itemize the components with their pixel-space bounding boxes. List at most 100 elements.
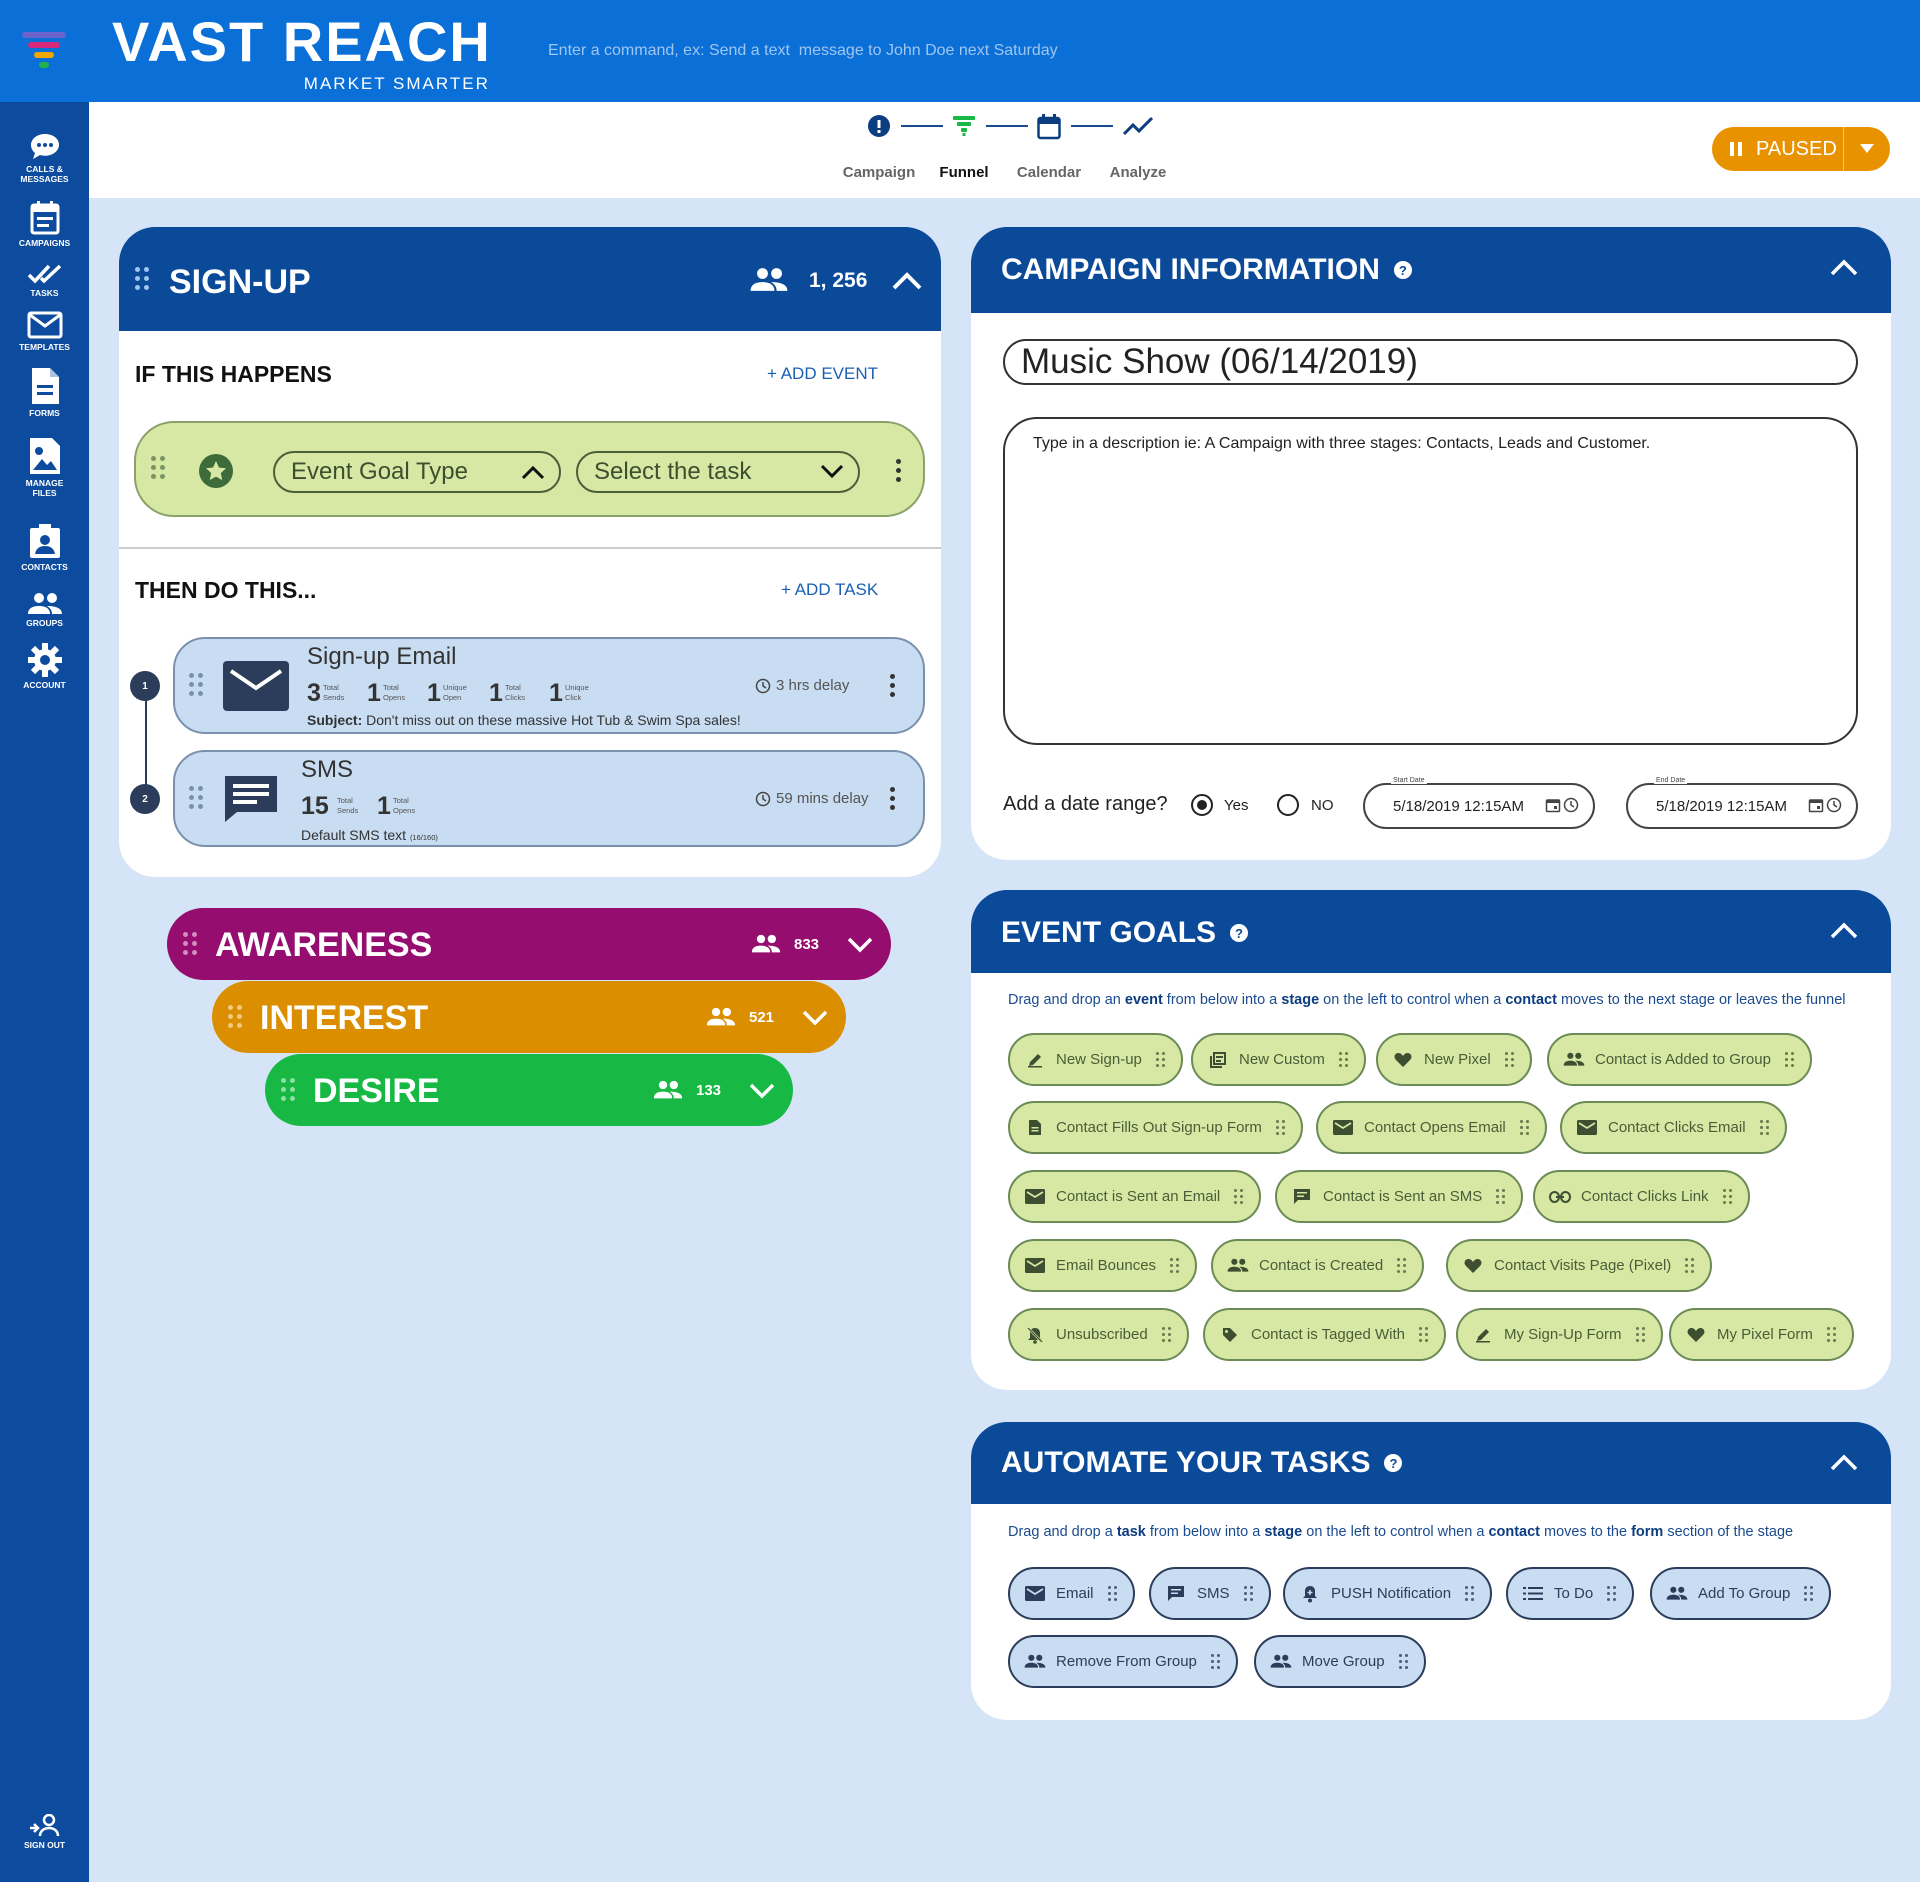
more-options-icon[interactable]: [890, 787, 896, 814]
select-task-select[interactable]: Select the task: [576, 451, 860, 493]
task-sms-text: Default SMS text (16/160): [301, 827, 438, 843]
sidebar-label: CAMPAIGNS: [18, 238, 71, 248]
drag-handle-icon: [1804, 1586, 1814, 1601]
stage-bar-desire[interactable]: DESIRE 133: [265, 1054, 793, 1126]
start-date-value: 5/18/2019 12:15AM: [1393, 798, 1524, 815]
event-chip-new-custom[interactable]: New Custom: [1191, 1033, 1366, 1086]
task-chip-remove-from-group[interactable]: Remove From Group: [1008, 1635, 1238, 1688]
brand[interactable]: VAST REACH MARKET SMARTER: [112, 12, 492, 94]
task-chip-push-notification[interactable]: PUSH Notification: [1283, 1567, 1493, 1620]
campaign-description-input[interactable]: [1003, 417, 1858, 745]
funnel-logo-icon[interactable]: [20, 30, 68, 72]
sidebar-item-campaigns[interactable]: CAMPAIGNS: [0, 200, 89, 248]
event-chip-new-pixel[interactable]: New Pixel: [1376, 1033, 1532, 1086]
event-chip-contact-sent-sms[interactable]: Contact is Sent an SMS: [1275, 1170, 1524, 1223]
stage-count: 133: [696, 1082, 722, 1099]
drag-handle-icon: [1496, 1189, 1506, 1204]
event-chip-email-bounces[interactable]: Email Bounces: [1008, 1239, 1198, 1292]
sidebar-item-calls-messages[interactable]: CALLS & MESSAGES: [0, 132, 89, 184]
step-analyze[interactable]: [1122, 116, 1154, 141]
chevron-up-icon[interactable]: [891, 271, 923, 291]
date-range-no-radio[interactable]: [1277, 794, 1299, 816]
chevron-up-icon[interactable]: [1829, 920, 1859, 940]
step-label-calendar[interactable]: Calendar: [1017, 164, 1081, 181]
event-chip-contact-opens-email[interactable]: Contact Opens Email: [1316, 1101, 1547, 1154]
event-chip-contact-tagged-with[interactable]: Contact is Tagged With: [1203, 1308, 1446, 1361]
paused-button[interactable]: PAUSED: [1712, 127, 1844, 171]
drag-handle-icon[interactable]: [135, 267, 149, 290]
signup-stage-card: SIGN-UP 1, 256 IF THIS HAPPENS + ADD EVE…: [119, 227, 941, 877]
help-icon[interactable]: ?: [1393, 261, 1412, 279]
drag-handle-icon[interactable]: [228, 1005, 242, 1028]
end-date-field[interactable]: End Date 5/18/2019 12:15AM: [1626, 777, 1858, 829]
clock-icon[interactable]: [1563, 797, 1579, 813]
step-label-funnel[interactable]: Funnel: [939, 164, 988, 181]
task-chip-sms[interactable]: SMS: [1149, 1567, 1271, 1620]
step-calendar[interactable]: [1037, 114, 1061, 145]
event-chip-contact-fills-signup-form[interactable]: Contact Fills Out Sign-up Form: [1008, 1101, 1303, 1154]
drag-handle-icon[interactable]: [183, 932, 197, 955]
step-label-analyze[interactable]: Analyze: [1110, 164, 1167, 181]
help-icon[interactable]: ?: [1384, 1454, 1403, 1472]
sidebar-item-forms[interactable]: FORMS: [0, 366, 89, 418]
task-card-email[interactable]: Sign-up Email 3 Total Sends 1 Total Open…: [173, 637, 925, 734]
event-goals-title: EVENT GOALS: [1001, 916, 1217, 949]
help-icon[interactable]: ?: [1230, 924, 1249, 942]
sidebar-item-tasks[interactable]: TASKS: [0, 262, 89, 298]
task-chip-to-do[interactable]: To Do: [1506, 1567, 1635, 1620]
stage-bar-interest[interactable]: INTEREST 521: [212, 981, 846, 1053]
status-dropdown-button[interactable]: [1844, 127, 1890, 171]
stat-label: Total Clicks: [505, 683, 525, 702]
step-label-campaign[interactable]: Campaign: [843, 164, 916, 181]
task-chip-add-to-group[interactable]: Add To Group: [1650, 1567, 1832, 1620]
event-chip-new-signup[interactable]: New Sign-up: [1008, 1033, 1183, 1086]
drag-handle-icon[interactable]: [281, 1078, 295, 1101]
event-chip-contact-added-to-group[interactable]: Contact is Added to Group: [1547, 1033, 1812, 1086]
chevron-down-icon[interactable]: [802, 1009, 828, 1027]
campaign-name-input[interactable]: [1003, 339, 1858, 385]
event-chip-contact-sent-email[interactable]: Contact is Sent an Email: [1008, 1170, 1262, 1223]
event-chip-unsubscribed[interactable]: Unsubscribed: [1008, 1308, 1189, 1361]
calendar-icon[interactable]: [1545, 797, 1561, 813]
add-task-button[interactable]: + ADD TASK: [781, 580, 878, 600]
chevron-down-icon[interactable]: [847, 936, 873, 954]
task-chip-move-group[interactable]: Move Group: [1254, 1635, 1426, 1688]
task-card-sms[interactable]: SMS 15 Total Sends 1 Total Opens 59 mins…: [173, 750, 925, 847]
start-date-field[interactable]: Start Date 5/18/2019 12:15AM: [1363, 777, 1595, 829]
event-chip-my-signup-form[interactable]: My Sign-Up Form: [1456, 1308, 1663, 1361]
message-icon: [225, 776, 277, 822]
more-options-icon[interactable]: [890, 674, 896, 701]
drag-handle-icon[interactable]: [151, 456, 165, 479]
step-funnel[interactable]: [953, 116, 975, 141]
stage-bar-awareness[interactable]: AWARENESS 833: [167, 908, 891, 980]
drag-handle-icon[interactable]: [189, 786, 203, 809]
chevron-down-icon[interactable]: [749, 1082, 775, 1100]
command-input[interactable]: [548, 36, 1248, 66]
event-goal-type-select[interactable]: Event Goal Type: [273, 451, 561, 493]
drag-handle-icon[interactable]: [189, 673, 203, 696]
calendar-icon[interactable]: [1808, 797, 1824, 813]
sign-out-button[interactable]: SIGN OUT: [0, 1814, 89, 1850]
event-chip-contact-clicks-link[interactable]: Contact Clicks Link: [1533, 1170, 1750, 1223]
event-chip-contact-visits-page[interactable]: Contact Visits Page (Pixel): [1446, 1239, 1713, 1292]
chevron-up-icon[interactable]: [1829, 1452, 1859, 1472]
message-icon: [1291, 1186, 1313, 1208]
sidebar-item-contacts[interactable]: CONTACTS: [0, 524, 89, 572]
chevron-up-icon[interactable]: [1829, 257, 1859, 277]
sidebar-item-groups[interactable]: GROUPS: [0, 592, 89, 628]
clock-icon[interactable]: [1826, 797, 1842, 813]
sidebar-item-account[interactable]: ACCOUNT: [0, 642, 89, 690]
drag-handle-icon: [1170, 1258, 1180, 1273]
event-chip-my-pixel-form[interactable]: My Pixel Form: [1669, 1308, 1854, 1361]
more-options-icon[interactable]: [896, 459, 902, 486]
sidebar-item-templates[interactable]: TEMPLATES: [0, 310, 89, 352]
event-chip-contact-clicks-email[interactable]: Contact Clicks Email: [1560, 1101, 1787, 1154]
list-icon: [1522, 1583, 1544, 1605]
task-chip-email[interactable]: Email: [1008, 1567, 1135, 1620]
date-range-yes-radio[interactable]: [1191, 794, 1213, 816]
event-chip-contact-created[interactable]: Contact is Created: [1211, 1239, 1425, 1292]
step-campaign[interactable]: [868, 115, 890, 142]
sidebar-item-manage-files[interactable]: MANAGE FILES: [0, 436, 89, 498]
add-event-button[interactable]: + ADD EVENT: [767, 364, 878, 384]
chip-label: Email Bounces: [1056, 1257, 1157, 1274]
